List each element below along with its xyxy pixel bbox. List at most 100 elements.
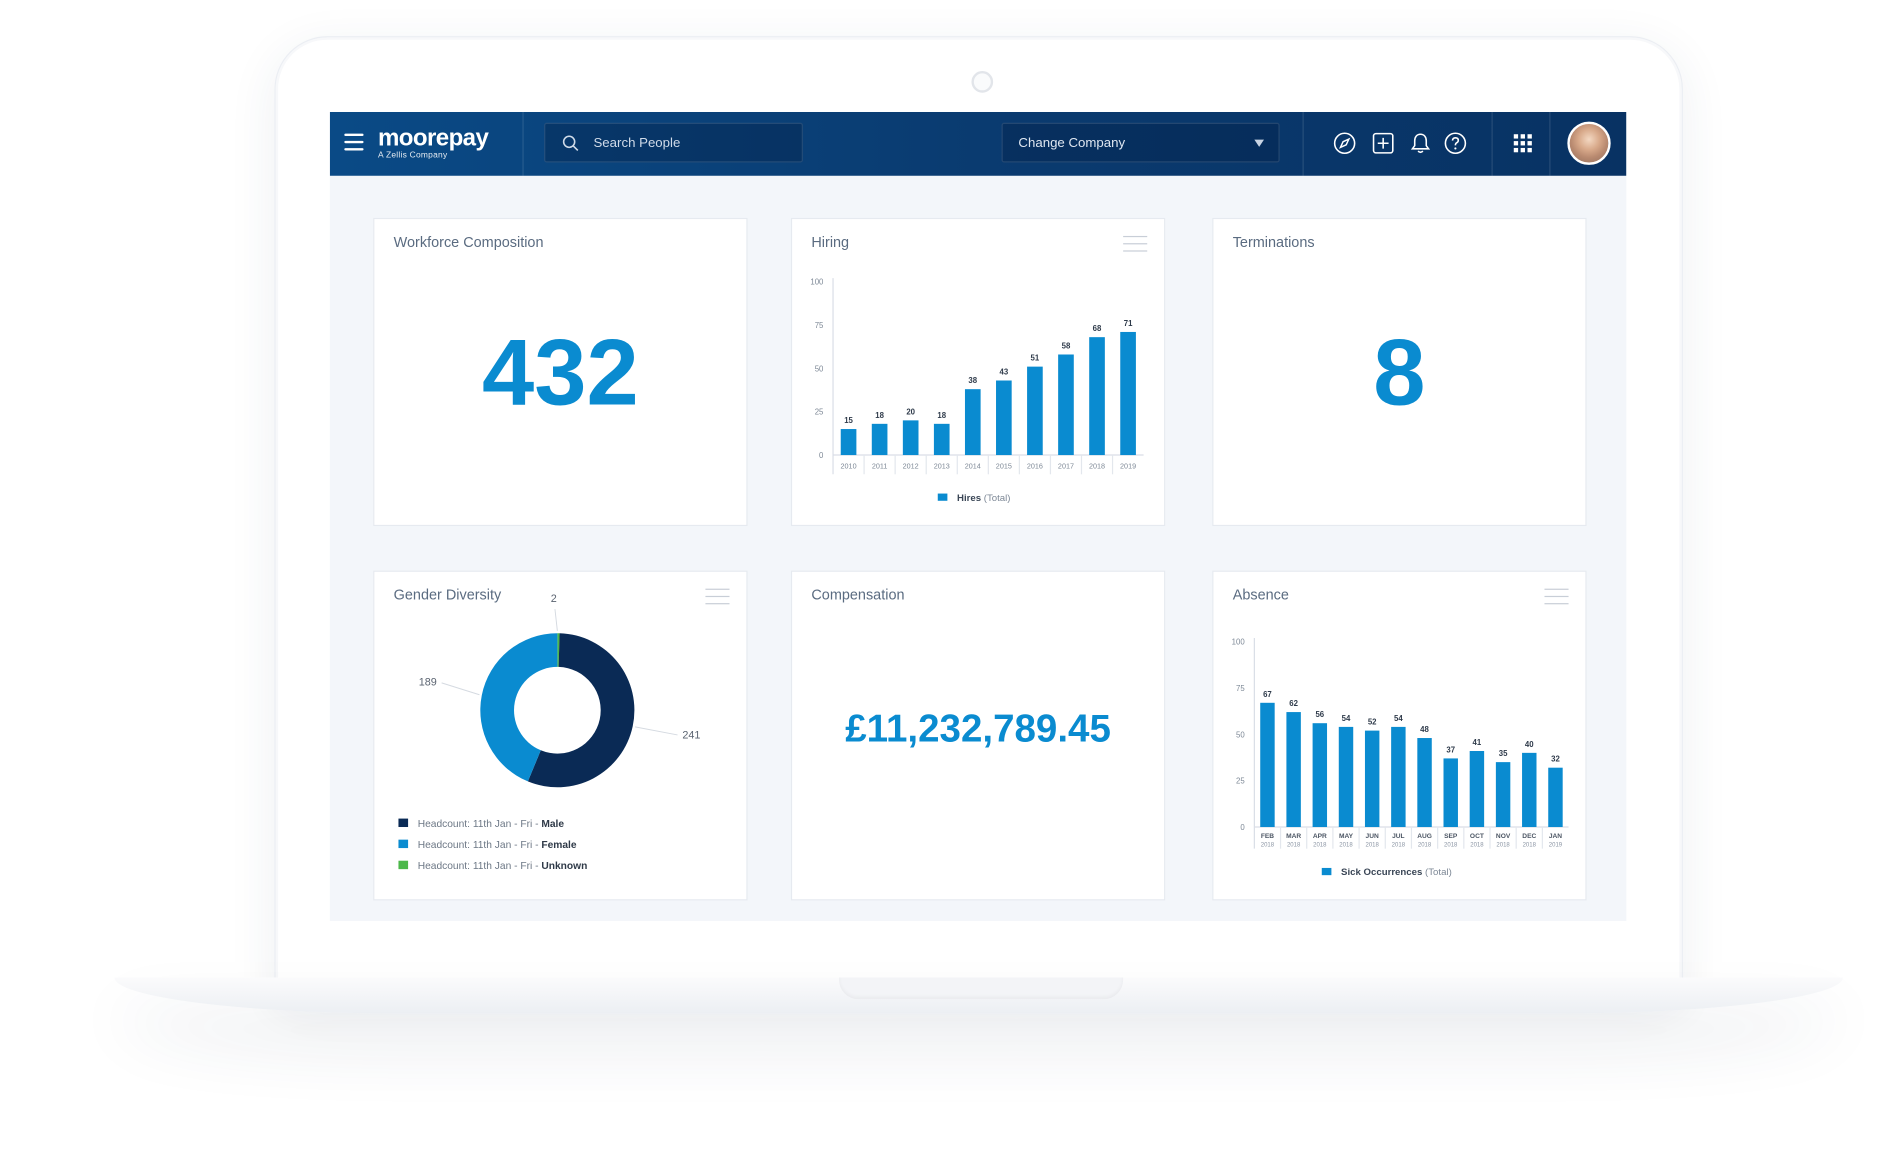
legend-swatch — [398, 860, 409, 870]
legend-swatch — [1321, 867, 1332, 876]
bar-value-label: 58 — [1062, 341, 1071, 350]
x-tick-label: JUN — [1366, 833, 1379, 840]
brand-logo[interactable]: moorepay A Zellis Company — [377, 125, 489, 161]
x-tick-label: 2018 — [1418, 842, 1432, 848]
y-tick-label: 25 — [815, 408, 824, 417]
y-tick-label: 100 — [1232, 638, 1246, 647]
bar-value-label: 68 — [1093, 324, 1102, 333]
donut-leader-line — [441, 682, 480, 696]
x-tick-label: 2019 — [1120, 461, 1136, 470]
x-tick-label: 2018 — [1366, 842, 1380, 848]
bar — [1089, 337, 1105, 456]
apps-grid-icon[interactable] — [1511, 131, 1535, 155]
x-tick-label: 2011 — [872, 461, 888, 470]
logo-tagline: A Zellis Company — [377, 151, 448, 161]
workforce-count: 432 — [482, 319, 639, 425]
donut-value-label: 189 — [419, 676, 437, 688]
bar-value-label: 48 — [1420, 725, 1429, 734]
bar-value-label: 37 — [1446, 745, 1455, 754]
workforce-composition-card: Workforce Composition 432 — [373, 217, 748, 527]
x-tick-label: 2017 — [1058, 461, 1074, 470]
gender-diversity-card: Gender Diversity 2 241 189 Headcount: 11th … — [373, 570, 748, 901]
bar-value-label: 71 — [1124, 319, 1133, 328]
caret-down-icon — [1254, 139, 1264, 147]
x-tick-label: 2018 — [1313, 842, 1327, 848]
bar — [996, 380, 1012, 456]
x-tick-label: SEP — [1444, 833, 1458, 840]
header-divider — [522, 111, 524, 176]
card-title: Terminations — [1232, 233, 1315, 251]
hiring-card: Hiring 0 25 50 75 100 15 2010 18 2011 20 2012 18 201… — [790, 217, 1166, 527]
y-tick-label: 75 — [1236, 684, 1245, 693]
card-title: Compensation — [811, 586, 905, 604]
x-tick-label: MAR — [1286, 833, 1301, 840]
x-tick-label: 2018 — [1287, 842, 1301, 848]
bar — [1120, 331, 1136, 456]
bar — [1548, 767, 1563, 828]
legend-swatch — [398, 818, 409, 828]
change-company-dropdown[interactable]: Change Company — [1001, 122, 1280, 163]
bar — [1312, 723, 1328, 828]
x-tick-label: 2018 — [1089, 461, 1105, 470]
bar-value-label: 35 — [1499, 749, 1508, 758]
x-tick-label: AUG — [1417, 833, 1432, 840]
bar-value-label: 67 — [1263, 690, 1272, 699]
bar-value-label: 54 — [1342, 714, 1351, 723]
y-tick-label: 50 — [815, 364, 824, 373]
bar-value-label: 56 — [1315, 710, 1324, 719]
bar-value-label: 18 — [937, 411, 946, 420]
x-tick-label: 2018 — [1339, 842, 1353, 848]
legend-swatch — [398, 839, 409, 849]
hamburger-menu-icon[interactable] — [344, 133, 364, 153]
bar-value-label: 32 — [1551, 755, 1560, 764]
search-icon — [562, 135, 579, 152]
bar-value-label: 51 — [1031, 354, 1040, 363]
legend-swatch — [937, 493, 948, 501]
bar-value-label: 38 — [968, 376, 977, 385]
x-tick-label: 2013 — [934, 461, 950, 470]
bar — [1522, 752, 1537, 828]
bar-value-label: 52 — [1368, 718, 1377, 727]
x-tick-label: 2018 — [1392, 842, 1406, 848]
bar-value-label: 62 — [1289, 699, 1298, 708]
x-tick-label: 2018 — [1496, 842, 1510, 848]
y-tick-label: 0 — [819, 451, 824, 460]
bar — [902, 420, 919, 456]
bar-value-label: 15 — [844, 416, 853, 425]
donut-value-label: 2 — [551, 593, 557, 605]
hiring-bar-chart: 0 25 50 75 100 15 2010 18 2011 20 2012 18 2013 38 2014… — [810, 278, 1144, 504]
absence-card: Absence 0 25 50 75 100 67 FEB 2018 62 MAR 2018 56 AP… — [1212, 570, 1587, 901]
search-people-input[interactable] — [593, 131, 793, 156]
x-tick-label: 2012 — [903, 461, 919, 470]
x-tick-label: 2015 — [996, 461, 1012, 470]
x-tick-label: 2018 — [1470, 842, 1484, 848]
add-icon[interactable] — [1371, 131, 1395, 155]
x-tick-label: APR — [1313, 833, 1327, 840]
y-tick-label: 100 — [810, 278, 824, 287]
compass-icon[interactable] — [1333, 131, 1357, 155]
laptop-notch — [839, 977, 1124, 1000]
x-tick-label: 2018 — [1523, 842, 1537, 848]
change-company-label: Change Company — [1018, 136, 1126, 151]
x-tick-label: 2019 — [1549, 842, 1563, 848]
legend-label: Headcount: 11th Jan - Fri - Female — [418, 840, 577, 851]
bar-value-label: 41 — [1473, 738, 1482, 747]
bar-value-label: 40 — [1525, 740, 1534, 749]
compensation-card: Compensation £11,232,789.45 — [790, 570, 1166, 901]
x-tick-label: JAN — [1549, 833, 1562, 840]
bar — [964, 389, 981, 456]
bell-icon[interactable] — [1408, 131, 1432, 155]
legend-label: Hires (Total) — [957, 493, 1011, 504]
terminations-card: Terminations 8 — [1212, 217, 1587, 527]
y-tick-label: 0 — [1240, 823, 1245, 832]
x-tick-label: 2010 — [841, 461, 857, 470]
donut-leader-line — [634, 726, 678, 736]
help-icon[interactable] — [1443, 131, 1467, 155]
donut-value-label: 241 — [682, 730, 700, 742]
gender-donut-chart: 2 241 189 Headcount: 11th Jan - Fri - Male H… — [398, 593, 700, 872]
bar — [1286, 712, 1301, 828]
app-screen: moorepay A Zellis Company Change Company — [329, 111, 1627, 921]
search-box[interactable] — [544, 122, 803, 163]
x-tick-label: OCT — [1470, 833, 1484, 840]
user-avatar[interactable] — [1567, 121, 1611, 165]
